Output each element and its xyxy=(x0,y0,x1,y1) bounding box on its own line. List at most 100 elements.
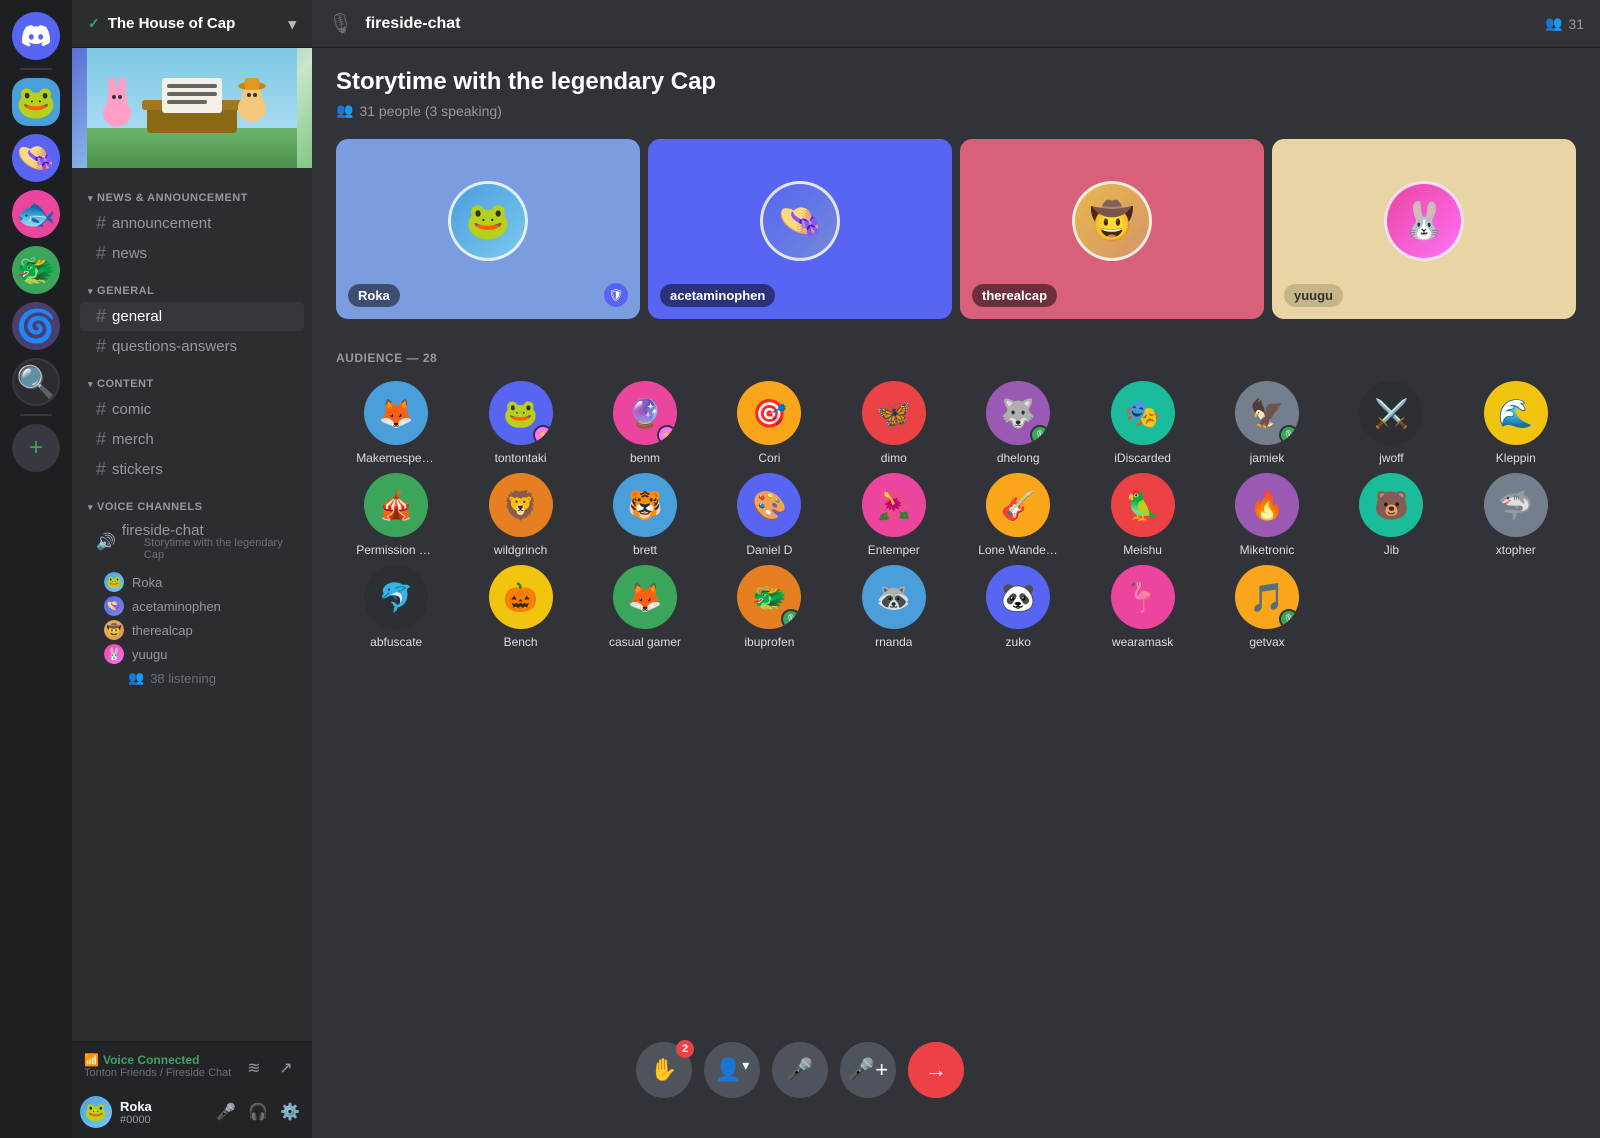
audience-member-name: benm xyxy=(630,451,660,465)
vc-waveform-button[interactable]: ≋ xyxy=(240,1054,268,1082)
audience-avatar: 🐺 🎙 xyxy=(986,381,1050,445)
audience-member-wearamask[interactable]: 🦩 wearamask xyxy=(1082,565,1202,649)
leave-button[interactable]: → xyxy=(908,1042,964,1098)
audience-member-benm[interactable]: 🔮 ⚡ benm xyxy=(585,381,705,465)
audience-avatar: 🦝 xyxy=(862,565,926,629)
audience-member-name: Daniel D xyxy=(746,543,792,557)
audience-member-miketronic[interactable]: 🔥 Miketronic xyxy=(1207,473,1327,557)
speaker-card-yuugu[interactable]: 🐰 yuugu xyxy=(1272,139,1576,319)
channel-announcement[interactable]: # announcement xyxy=(80,209,304,238)
discord-home-button[interactable] xyxy=(12,12,60,60)
invite-button[interactable]: 👤▾ xyxy=(704,1042,760,1098)
audience-avatar: 🐯 xyxy=(613,473,677,537)
server-header[interactable]: ✓ The House of Cap ▾ xyxy=(72,0,312,48)
voice-member-therealcap[interactable]: 🤠 therealcap xyxy=(96,618,312,642)
user-controls: 🎤 🎧 ⚙️ xyxy=(212,1098,304,1126)
raise-hand-button[interactable]: ✋ 2 xyxy=(636,1042,692,1098)
server-icon-2[interactable]: 👒 xyxy=(12,134,60,182)
audience-avatar: 🦜 xyxy=(1111,473,1175,537)
audience-member-xtopher[interactable]: 🦈 xtopher xyxy=(1456,473,1576,557)
audience-member-jwoff[interactable]: ⚔️ jwoff xyxy=(1331,381,1451,465)
category-news-announcement[interactable]: ▾ NEWS & ANNOUNCEMENT xyxy=(72,176,312,208)
voice-member-yuugu[interactable]: 🐰 yuugu xyxy=(96,642,312,666)
category-general[interactable]: ▾ GENERAL xyxy=(72,269,312,301)
channel-questions-answers[interactable]: # questions-answers xyxy=(80,332,304,361)
vc-leave-button[interactable]: ↗ xyxy=(272,1054,300,1082)
audience-member-lone-wanderer[interactable]: 🎸 Lone Wanderer xyxy=(958,473,1078,557)
audience-grid: 🦊 Makemespeakrr 🐸 ⚡ tontontaki 🔮 ⚡ benm … xyxy=(336,381,1576,649)
audience-member-getvax[interactable]: 🎵 🎙 getvax xyxy=(1207,565,1327,649)
speaker-avatar-therealcap: 🤠 xyxy=(1072,181,1152,261)
speaker-card-therealcap[interactable]: 🤠 therealcap xyxy=(960,139,1264,319)
audience-member-daniel-d[interactable]: 🎨 Daniel D xyxy=(709,473,829,557)
audience-member-wildgrinch[interactable]: 🦁 wildgrinch xyxy=(460,473,580,557)
audience-member-name: xtopher xyxy=(1496,543,1536,557)
hash-icon: # xyxy=(96,459,106,480)
audience-member-entemper[interactable]: 🌺 Entemper xyxy=(834,473,954,557)
channel-news[interactable]: # news xyxy=(80,239,304,268)
audience-member-cori[interactable]: 🎯 Cori xyxy=(709,381,829,465)
voice-member-roka[interactable]: 🐸 Roka xyxy=(96,570,312,594)
audience-member-zuko[interactable]: 🐼 zuko xyxy=(958,565,1078,649)
audience-member-name: iDiscarded xyxy=(1114,451,1171,465)
audience-member-name: Miketronic xyxy=(1240,543,1295,557)
speaker-card-roka[interactable]: 🐸 Roka 🛡 xyxy=(336,139,640,319)
audience-member-ibuprofen[interactable]: 🐲 🎙 ibuprofen xyxy=(709,565,829,649)
audience-member-permission-man[interactable]: 🎪 Permission Man xyxy=(336,473,456,557)
audience-member-brett[interactable]: 🐯 brett xyxy=(585,473,705,557)
raise-hand-badge: 2 xyxy=(676,1040,694,1058)
audience-member-jib[interactable]: 🐻 Jib xyxy=(1331,473,1451,557)
category-content[interactable]: ▾ CONTENT xyxy=(72,362,312,394)
server-rail: 🐸 👒 🐟 🐲 🌀 🔍 + xyxy=(0,0,72,1138)
audience-member-casual-gamer[interactable]: 🦊 casual gamer xyxy=(585,565,705,649)
audience-avatar: 🐬 xyxy=(364,565,428,629)
server-icon-6[interactable]: 🔍 xyxy=(12,358,60,406)
audience-member-name: dimo xyxy=(881,451,907,465)
channel-stickers[interactable]: # stickers xyxy=(80,455,304,484)
mic-badge-icon: 🎙 xyxy=(781,609,801,629)
audience-member-name: Cori xyxy=(758,451,780,465)
audience-member-abfuscate[interactable]: 🐬 abfuscate xyxy=(336,565,456,649)
voice-member-acetaminophen[interactable]: 👒 acetaminophen xyxy=(96,594,312,618)
audience-member-name: tontontaki xyxy=(495,451,547,465)
speaker-name-acetaminophen: acetaminophen xyxy=(660,284,775,307)
audience-member-dhelong[interactable]: 🐺 🎙 dhelong xyxy=(958,381,1078,465)
audience-member-kleppin[interactable]: 🌊 Kleppin xyxy=(1456,381,1576,465)
add-speaker-button[interactable]: 🎤+ xyxy=(840,1042,896,1098)
speaker-card-acetaminophen[interactable]: 👒 acetaminophen xyxy=(648,139,952,319)
audience-member-meishu[interactable]: 🦜 Meishu xyxy=(1082,473,1202,557)
deafen-button[interactable]: 🎧 xyxy=(244,1098,272,1126)
speaker-name-yuugu: yuugu xyxy=(1284,284,1343,307)
audience-member-jamiek[interactable]: 🦅 🎙 jamiek xyxy=(1207,381,1327,465)
settings-button[interactable]: ⚙️ xyxy=(276,1098,304,1126)
audience-member-dimo[interactable]: 🦋 dimo xyxy=(834,381,954,465)
audience-member-name: Jib xyxy=(1384,543,1399,557)
audience-member-makemespeakrr[interactable]: 🦊 Makemespeakrr xyxy=(336,381,456,465)
mic-button[interactable]: 🎤 xyxy=(772,1042,828,1098)
audience-avatar: 🔥 xyxy=(1235,473,1299,537)
category-voice-channels[interactable]: ▾ VOICE CHANNELS xyxy=(72,485,312,517)
audience-member-idiscarded[interactable]: 🎭 iDiscarded xyxy=(1082,381,1202,465)
audience-member-bench[interactable]: 🎃 Bench xyxy=(460,565,580,649)
audience-member-name: abfuscate xyxy=(370,635,422,649)
channel-merch[interactable]: # merch xyxy=(80,425,304,454)
audience-member-rnanda[interactable]: 🦝 rnanda xyxy=(834,565,954,649)
channel-comic[interactable]: # comic xyxy=(80,395,304,424)
speaker-avatar-roka: 🐸 xyxy=(448,181,528,261)
server-banner xyxy=(72,48,312,168)
server-icon-4[interactable]: 🐲 xyxy=(12,246,60,294)
server-icon-5[interactable]: 🌀 xyxy=(12,302,60,350)
mute-button[interactable]: 🎤 xyxy=(212,1098,240,1126)
add-server-button[interactable]: + xyxy=(12,424,60,472)
channel-general[interactable]: # general xyxy=(80,302,304,331)
people-icon: 👥 xyxy=(336,102,353,119)
member-count-value: 31 xyxy=(1568,16,1584,32)
server-icon-3[interactable]: 🐟 xyxy=(12,190,60,238)
audience-member-tontontaki[interactable]: 🐸 ⚡ tontontaki xyxy=(460,381,580,465)
server-check-icon: ✓ xyxy=(88,15,100,32)
voice-channel-fireside-chat[interactable]: 🔊 fireside-chat Storytime with the legen… xyxy=(80,518,304,565)
server-icon-1[interactable]: 🐸 xyxy=(12,78,60,126)
nitro-badge-icon: ⚡ xyxy=(533,425,553,445)
audience-member-name: rnanda xyxy=(875,635,912,649)
leave-icon: → xyxy=(925,1057,947,1083)
